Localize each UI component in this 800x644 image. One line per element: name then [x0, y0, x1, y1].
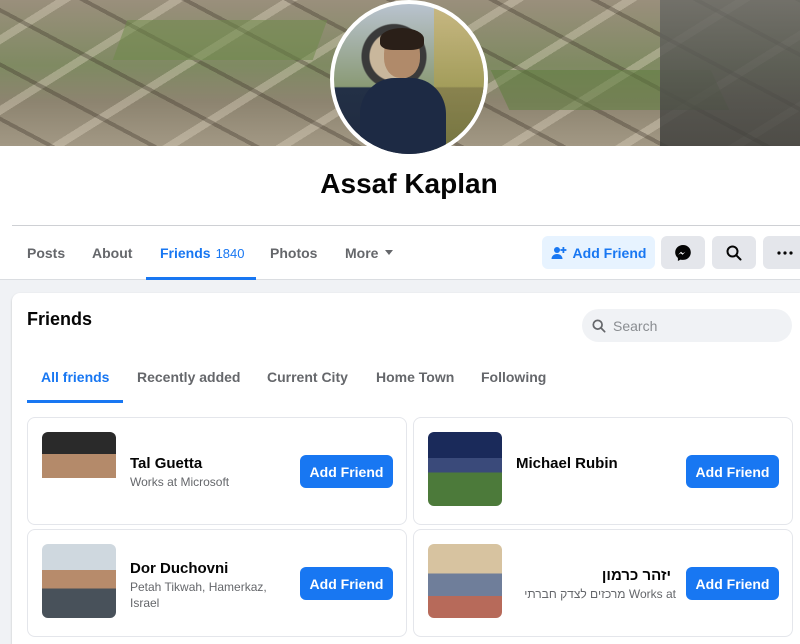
chevron-down-icon [385, 249, 394, 255]
friend-name[interactable]: Dor Duchovni [130, 560, 228, 577]
friend-name[interactable]: יזהר כרמון [516, 567, 671, 584]
friend-photo[interactable] [42, 432, 116, 506]
tab-all-friends[interactable]: All friends [41, 357, 109, 402]
nav-tab-about[interactable]: About [92, 226, 132, 280]
friends-search[interactable] [582, 309, 792, 342]
tab-current-city[interactable]: Current City [267, 357, 348, 402]
ellipsis-icon [777, 250, 793, 255]
nav-tab-label: Friends [160, 245, 211, 261]
friends-section-title: Friends [27, 309, 93, 329]
add-friend-button[interactable]: Add Friend [542, 236, 655, 269]
active-tab-indicator [27, 400, 123, 403]
friend-card: Tal Guetta Works at Microsoft Add Friend [27, 417, 407, 525]
add-friend-button[interactable]: Add Friend [300, 567, 393, 600]
nav-tab-label: More [345, 245, 379, 261]
nav-tab-label: About [92, 245, 133, 261]
cover-decoration [112, 20, 328, 60]
profile-name: Assaf Kaplan [320, 168, 498, 199]
friend-name[interactable]: Tal Guetta [130, 455, 202, 472]
friend-name[interactable]: Michael Rubin [516, 455, 618, 472]
friend-photo[interactable] [428, 544, 502, 618]
nav-tab-photos[interactable]: Photos [270, 226, 317, 280]
add-friend-button[interactable]: Add Friend [686, 567, 779, 600]
avatar-figure [380, 28, 424, 50]
add-person-icon [551, 246, 566, 259]
friends-count: 1840 [215, 246, 245, 261]
avatar-figure [360, 78, 446, 154]
nav-tab-posts[interactable]: Posts [27, 226, 65, 280]
nav-tab-label: Photos [270, 245, 318, 261]
add-friend-button[interactable]: Add Friend [300, 455, 393, 488]
friend-card: Michael Rubin Add Friend [413, 417, 793, 525]
friends-search-input[interactable] [613, 317, 773, 334]
search-profile-button[interactable] [712, 236, 756, 269]
friend-photo[interactable] [42, 544, 116, 618]
friend-photo[interactable] [428, 432, 502, 506]
tab-home-town[interactable]: Home Town [376, 357, 454, 402]
friend-card: Dor Duchovni Petah Tikwah, Hamerkaz, Isr… [27, 529, 407, 637]
messenger-button[interactable] [661, 236, 705, 269]
tab-following[interactable]: Following [481, 357, 546, 402]
search-icon [726, 245, 742, 260]
messenger-icon [675, 244, 691, 261]
nav-tab-more[interactable]: More [345, 226, 394, 280]
add-friend-label: Add Friend [572, 244, 647, 261]
search-icon [592, 318, 606, 333]
more-options-button[interactable] [763, 236, 800, 269]
friend-card: יזהר כרמון Works at מרכזים לצדק חברתי Ad… [413, 529, 793, 637]
friends-card: Friends All friends Recently added Curre… [12, 293, 800, 644]
friend-subtitle: Works at Microsoft [130, 475, 230, 489]
tab-recently-added[interactable]: Recently added [137, 357, 240, 402]
friend-subtitle: Petah Tikwah, Hamerkaz, Israel [130, 580, 267, 610]
active-tab-indicator [146, 277, 256, 280]
nav-tab-label: Posts [27, 245, 66, 261]
profile-avatar[interactable] [330, 0, 488, 158]
friend-subtitle: Works at מרכזים לצדק חברתי [524, 587, 676, 601]
add-friend-button[interactable]: Add Friend [686, 455, 779, 488]
cover-decoration [660, 0, 800, 146]
nav-tab-friends[interactable]: Friends 1840 [160, 226, 245, 280]
